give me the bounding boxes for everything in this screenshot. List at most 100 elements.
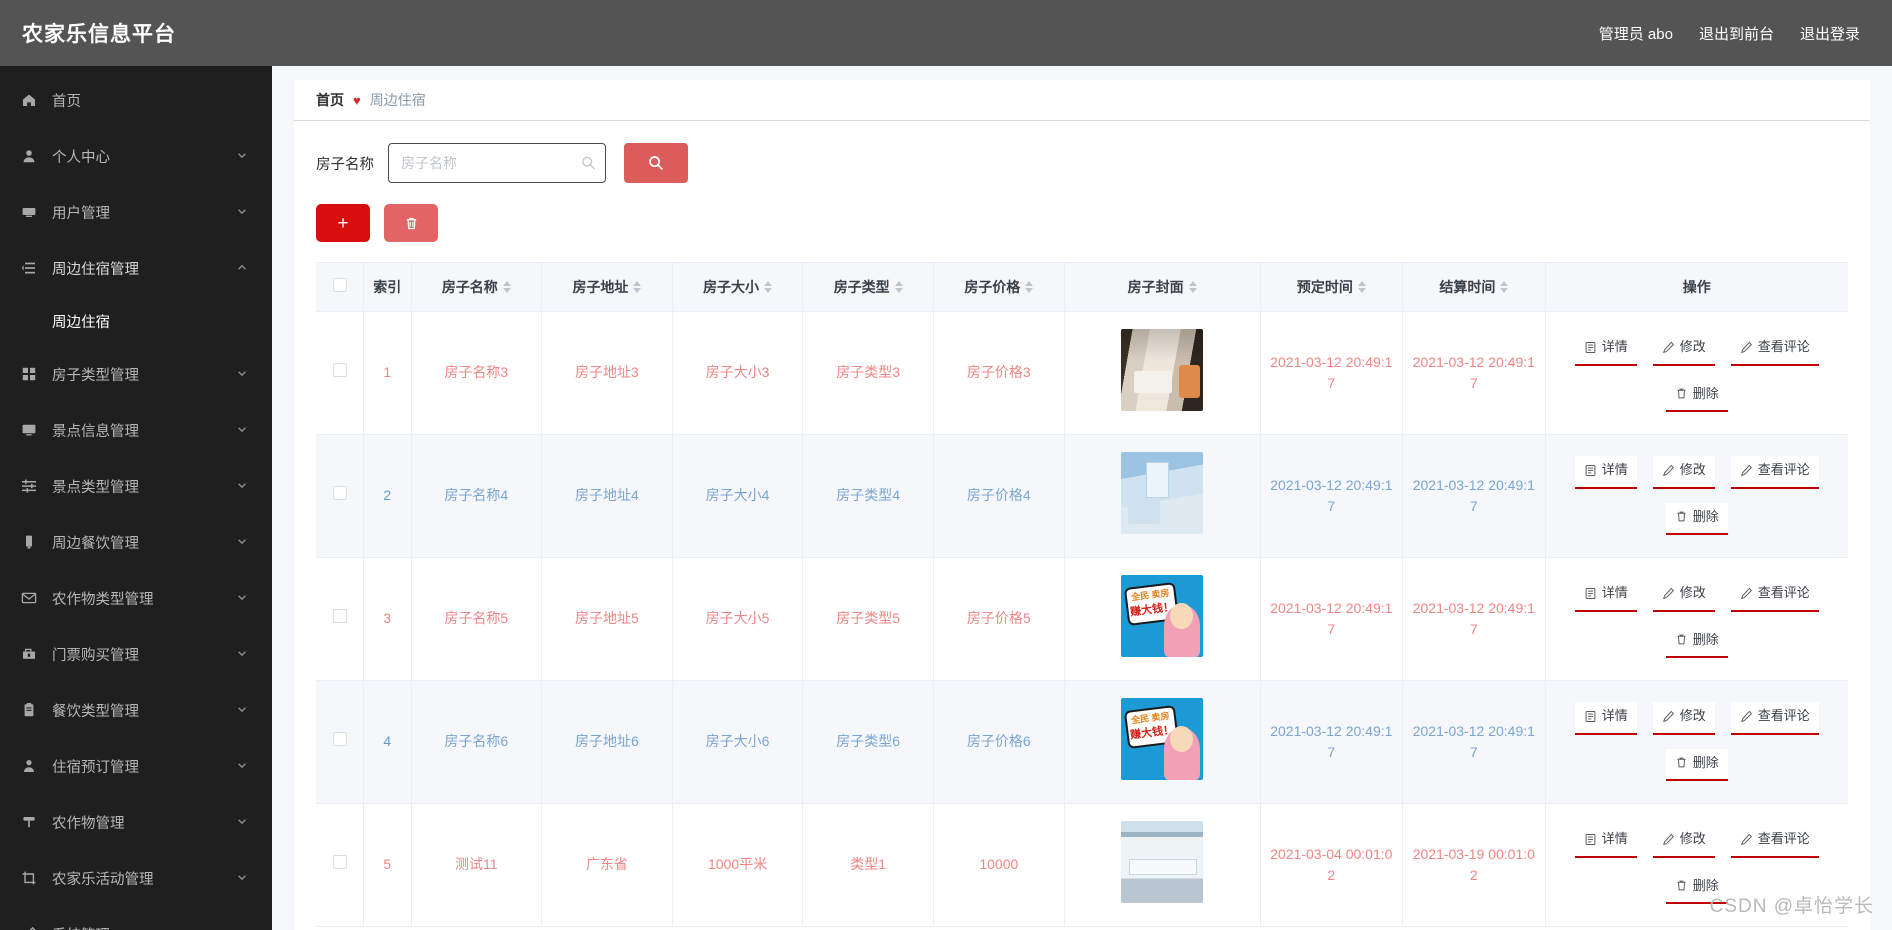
col-header-address[interactable]: 房子地址	[541, 263, 673, 312]
view-comments-button[interactable]: 查看评论	[1730, 455, 1819, 489]
app-root: 农家乐信息平台 首页 个人中心 用户管理 周边住宿管理 周边住宿 房子类型管理 景点信息管理…	[0, 0, 1892, 930]
select-all-checkbox[interactable]	[332, 278, 347, 293]
view-comments-button[interactable]: 查看评论	[1730, 579, 1819, 612]
view-comments-button[interactable]: 查看评论	[1730, 701, 1819, 735]
plant-icon	[18, 811, 40, 833]
sort-icon[interactable]	[502, 280, 511, 293]
delete-button[interactable]: 删除	[1665, 626, 1728, 659]
search-input[interactable]	[388, 143, 606, 183]
sort-icon[interactable]	[633, 280, 642, 293]
sidebar-item-4[interactable]: 房子类型管理	[0, 346, 272, 402]
sidebar-item-14[interactable]: 系统管理	[0, 906, 272, 930]
modify-button[interactable]: 修改	[1652, 579, 1715, 612]
detail-label: 详情	[1601, 461, 1628, 477]
sort-icon[interactable]	[1188, 280, 1197, 293]
col-header-price[interactable]: 房子价格	[933, 263, 1065, 312]
sidebar-item-label: 用户管理	[52, 205, 110, 222]
view-comments-button[interactable]: 查看评论	[1730, 333, 1819, 366]
delete-button[interactable]: 删除	[1665, 872, 1728, 905]
detail-button[interactable]: 详情	[1574, 825, 1637, 858]
cell-settle-time: 2021-03-12 20:49:17	[1402, 434, 1546, 558]
sort-icon[interactable]	[1500, 280, 1509, 293]
modify-button[interactable]: 修改	[1652, 455, 1715, 489]
col-header-type[interactable]: 房子类型	[802, 263, 934, 312]
go-to-frontend-link[interactable]: 退出到前台	[1699, 23, 1774, 44]
logout-link[interactable]: 退出登录	[1800, 23, 1860, 44]
trash-icon	[1677, 881, 1686, 891]
cover-image	[1121, 451, 1204, 534]
cell-price: 房子价格6	[933, 680, 1065, 804]
sidebar-item-1[interactable]: 个人中心	[0, 128, 272, 184]
modify-button[interactable]: 修改	[1652, 333, 1715, 366]
row-checkbox[interactable]	[332, 855, 347, 870]
sidebar-item-label: 农作物类型管理	[52, 591, 154, 608]
row-checkbox[interactable]	[332, 609, 347, 624]
row-checkbox[interactable]	[332, 732, 347, 747]
cell-book-time: 2021-03-04 00:01:02	[1260, 803, 1404, 927]
cell-settle-time: 2021-03-12 20:49:17	[1402, 680, 1546, 804]
col-header-book_time[interactable]: 预定时间	[1260, 263, 1404, 312]
delete-label: 删除	[1692, 508, 1719, 524]
col-header-label: 房子封面	[1127, 278, 1184, 295]
detail-label: 详情	[1601, 830, 1628, 846]
delete-button[interactable]: 删除	[1665, 502, 1728, 536]
sidebar-item-label: 门票购买管理	[52, 647, 139, 664]
sort-icon[interactable]	[1357, 280, 1366, 293]
current-user-label[interactable]: 管理员 abo	[1599, 23, 1673, 44]
sidebar-item-10[interactable]: 餐饮类型管理	[0, 682, 272, 738]
detail-button[interactable]: 详情	[1574, 455, 1637, 489]
pencil-icon	[1662, 710, 1674, 722]
cell-book-time: 2021-03-12 20:49:17	[1260, 557, 1404, 681]
sidebar-item-6[interactable]: 景点类型管理	[0, 458, 272, 514]
col-header-size[interactable]: 房子大小	[672, 263, 804, 312]
search-icon	[649, 156, 664, 171]
cell-index: 4	[363, 680, 412, 804]
ticket-icon	[18, 643, 40, 665]
search-button[interactable]	[624, 143, 688, 183]
col-header-label: 房子地址	[572, 278, 629, 295]
sidebar-item-5[interactable]: 景点信息管理	[0, 402, 272, 458]
col-header-cover[interactable]: 房子封面	[1064, 263, 1261, 312]
sort-icon[interactable]	[764, 280, 773, 293]
col-header-name[interactable]: 房子名称	[411, 263, 543, 312]
cell-cover	[1064, 803, 1261, 927]
toolbar: 房子名称 +	[294, 121, 1870, 242]
add-button[interactable]: +	[316, 204, 370, 242]
breadcrumb: 首页 ♥ 周边住宿	[294, 80, 1870, 121]
cell-actions: 详情 修改 查看评论 删除	[1545, 680, 1848, 804]
detail-button[interactable]: 详情	[1574, 701, 1637, 735]
delete-button[interactable]: 删除	[1665, 748, 1728, 782]
sidebar-item-9[interactable]: 门票购买管理	[0, 626, 272, 682]
pencil-icon	[1662, 833, 1674, 845]
row-checkbox[interactable]	[332, 363, 347, 378]
col-header-settle_time[interactable]: 结算时间	[1402, 263, 1546, 312]
cell-name: 测试11	[411, 803, 543, 927]
col-header-checkbox	[316, 263, 364, 312]
detail-button[interactable]: 详情	[1574, 579, 1637, 612]
delete-button[interactable]: 删除	[1665, 380, 1728, 413]
cell-actions: 详情 修改 查看评论 删除	[1545, 311, 1848, 435]
sidebar-item-7[interactable]: 周边餐饮管理	[0, 514, 272, 570]
sidebar-item-13[interactable]: 农家乐活动管理	[0, 850, 272, 906]
modify-button[interactable]: 修改	[1652, 701, 1715, 735]
sort-icon[interactable]	[1025, 280, 1034, 293]
row-checkbox[interactable]	[332, 486, 347, 501]
sort-icon[interactable]	[894, 280, 903, 293]
col-header-label: 房子类型	[833, 278, 890, 295]
chevron-down-icon	[236, 149, 250, 163]
cell-index: 3	[363, 557, 412, 681]
batch-delete-button[interactable]	[384, 204, 438, 242]
sidebar-item-2[interactable]: 用户管理	[0, 184, 272, 240]
detail-label: 详情	[1601, 338, 1628, 354]
crop-icon	[18, 867, 40, 889]
detail-button[interactable]: 详情	[1574, 333, 1637, 366]
breadcrumb-home[interactable]: 首页	[316, 90, 344, 110]
modify-button[interactable]: 修改	[1652, 825, 1715, 858]
sidebar-item-8[interactable]: 农作物类型管理	[0, 570, 272, 626]
sidebar-item-11[interactable]: 住宿预订管理	[0, 738, 272, 794]
view-comments-button[interactable]: 查看评论	[1730, 825, 1819, 858]
sidebar-item-3[interactable]: 周边住宿管理	[0, 240, 272, 296]
sidebar-subitem-0[interactable]: 周边住宿	[0, 296, 272, 346]
sidebar-item-12[interactable]: 农作物管理	[0, 794, 272, 850]
sidebar-item-0[interactable]: 首页	[0, 72, 272, 128]
